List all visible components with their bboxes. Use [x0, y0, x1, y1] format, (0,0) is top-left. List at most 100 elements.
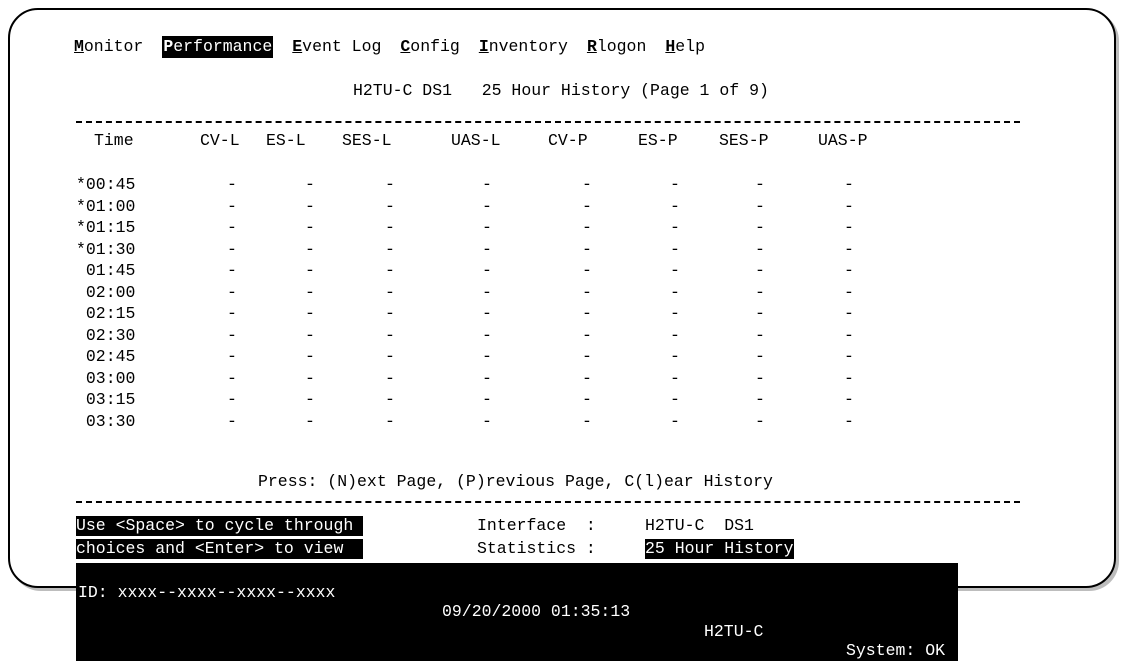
value-cell: -	[227, 368, 237, 388]
menu-bar: Monitor Performance Event Log Config Invento…	[74, 36, 724, 58]
value-cell: -	[670, 175, 680, 194]
value-cell: -	[844, 282, 854, 302]
value-cell: -	[482, 218, 492, 237]
value-cell: -	[305, 196, 315, 216]
value-cell: -	[582, 411, 592, 431]
value-cell: -	[582, 390, 592, 409]
divider-bottom	[76, 501, 1020, 503]
time-cell: 03:00	[76, 368, 136, 388]
menu-label: elp	[675, 37, 705, 56]
value-cell: -	[482, 325, 492, 345]
menu-item-inventory[interactable]: Inventory	[479, 36, 568, 58]
menu-item-config[interactable]: Config	[400, 36, 459, 58]
value-cell: -	[755, 347, 765, 366]
menu-hotkey: E	[292, 37, 303, 56]
column-header-es-p: ES-P	[638, 131, 678, 150]
value-cell: -	[305, 411, 315, 431]
divider-top	[76, 121, 1020, 123]
value-cell: -	[670, 411, 680, 431]
value-cell: -	[755, 239, 765, 259]
page-title: H2TU-C DS1 25 Hour History (Page 1 of 9)	[353, 81, 769, 100]
column-header-cv-l: CV-L	[200, 131, 240, 150]
value-cell: -	[385, 411, 395, 431]
menu-label: onfig	[410, 37, 460, 56]
value-cell: -	[844, 325, 854, 345]
value-cell: -	[482, 411, 492, 431]
value-cell: -	[385, 175, 395, 194]
value-cell: -	[385, 282, 395, 302]
value-cell: -	[482, 196, 492, 216]
time-cell: *00:45	[76, 175, 136, 194]
date-time: 09/20/2000 01:35:13	[442, 602, 631, 621]
value-cell: -	[385, 325, 395, 345]
value-cell: -	[844, 261, 854, 280]
value-cell: -	[482, 347, 492, 366]
value-cell: -	[227, 304, 237, 323]
value-cell: -	[755, 411, 765, 431]
value-cell: -	[305, 261, 315, 280]
value-cell: -	[755, 282, 765, 302]
value-cell: -	[844, 218, 854, 237]
value-cell: -	[844, 411, 854, 431]
value-cell: -	[582, 218, 592, 237]
value-cell: -	[844, 368, 854, 388]
value-cell: -	[305, 218, 315, 237]
value-cell: -	[844, 196, 854, 216]
system-status: System: OK	[846, 641, 946, 660]
column-header-uas-l: UAS-L	[451, 131, 501, 150]
value-cell: -	[385, 390, 395, 409]
value-cell: -	[305, 282, 315, 302]
value-cell: -	[482, 175, 492, 194]
menu-hotkey: H	[665, 37, 676, 56]
menu-hotkey: I	[478, 37, 489, 56]
value-cell: -	[582, 304, 592, 323]
value-cell: -	[844, 175, 854, 194]
value-cell: -	[385, 218, 395, 237]
value-cell: -	[755, 368, 765, 388]
value-cell: -	[482, 282, 492, 302]
value-cell: -	[227, 196, 237, 216]
value-cell: -	[755, 325, 765, 345]
value-cell: -	[755, 304, 765, 323]
menu-label: nventory	[488, 37, 568, 56]
value-cell: -	[482, 304, 492, 323]
menu-label: onitor	[83, 37, 144, 56]
statistics-label: Statistics :	[477, 539, 596, 558]
device-id: ID: xxxx--xxxx--xxxx--xxxx	[78, 582, 336, 602]
value-cell: -	[305, 304, 315, 323]
menu-hotkey: P	[163, 37, 174, 56]
menu-item-event-log[interactable]: Event Log	[292, 36, 381, 58]
value-cell: -	[755, 175, 765, 194]
value-cell: -	[385, 239, 395, 259]
menu-label: erformance	[173, 37, 273, 56]
value-cell: -	[670, 325, 680, 345]
time-cell: *01:00	[76, 196, 136, 216]
interface-value[interactable]: H2TU-C DS1	[645, 516, 754, 536]
menu-item-monitor[interactable]: Monitor	[74, 36, 143, 58]
value-cell: -	[755, 218, 765, 237]
value-cell: -	[670, 304, 680, 323]
time-cell: 03:15	[76, 390, 136, 409]
time-cell: *01:15	[76, 218, 136, 237]
value-cell: -	[305, 368, 315, 388]
menu-label: vent Log	[302, 37, 382, 56]
time-cell: 02:15	[76, 304, 136, 323]
time-cell: 02:45	[76, 347, 136, 366]
value-cell: -	[227, 282, 237, 302]
value-cell: -	[305, 325, 315, 345]
value-cell: -	[482, 261, 492, 280]
interface-label: Interface :	[477, 516, 596, 535]
menu-label: logon	[596, 37, 647, 56]
value-cell: -	[305, 239, 315, 259]
value-cell: -	[670, 196, 680, 216]
menu-item-rlogon[interactable]: Rlogon	[587, 36, 646, 58]
value-cell: -	[582, 347, 592, 366]
menu-item-performance[interactable]: Performance	[162, 36, 274, 58]
statistics-value[interactable]: 25 Hour History	[645, 539, 794, 559]
value-cell: -	[670, 261, 680, 280]
value-cell: -	[844, 390, 854, 409]
value-cell: -	[227, 411, 237, 431]
value-cell: -	[582, 325, 592, 345]
time-cell: 03:30	[76, 411, 136, 431]
menu-item-help[interactable]: Help	[665, 36, 705, 58]
